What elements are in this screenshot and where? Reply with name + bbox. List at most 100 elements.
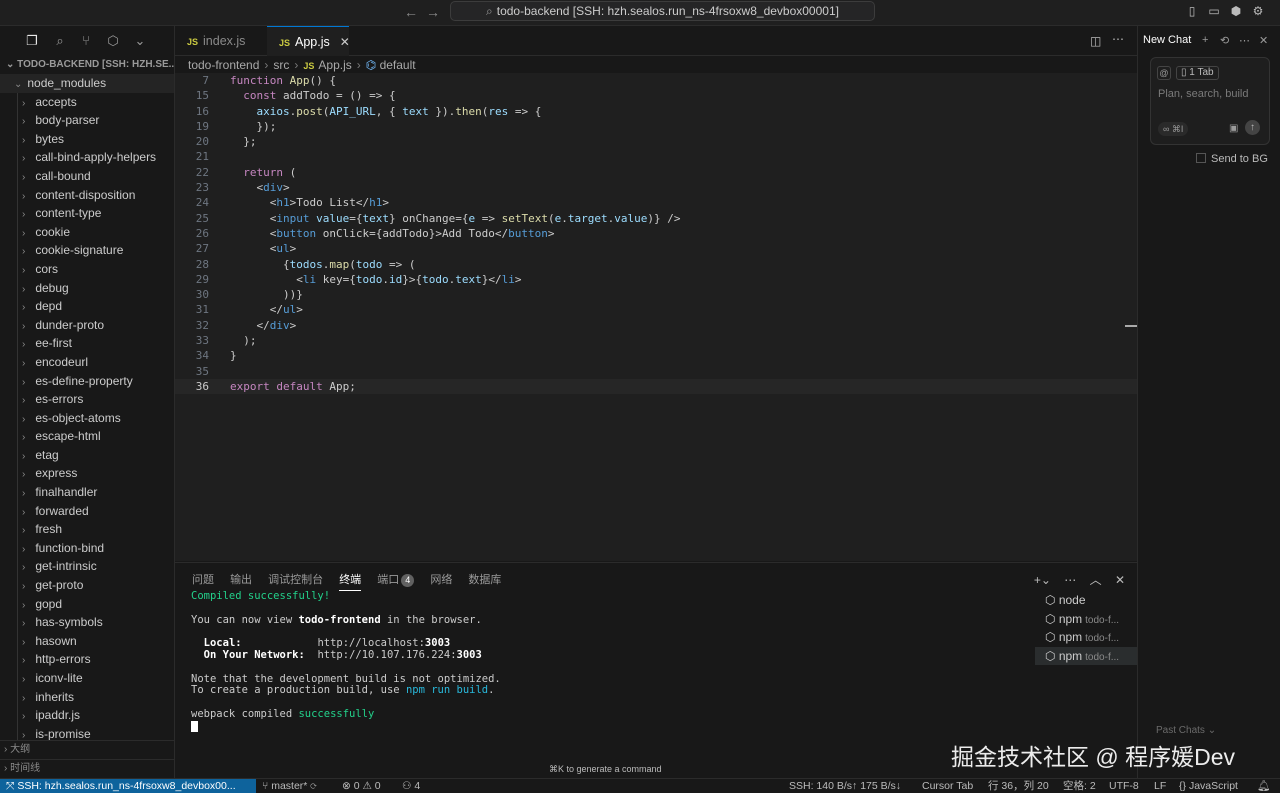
folder-item[interactable]: › fresh bbox=[0, 520, 174, 539]
folder-item[interactable]: › http-errors bbox=[0, 650, 174, 669]
folder-item[interactable]: › depd bbox=[0, 297, 174, 316]
chat-input-box[interactable]: @ ▯ 1 Tab Plan, search, build ∞ ⌘I ▣ ↑ bbox=[1150, 57, 1270, 145]
folder-item[interactable]: › accepts bbox=[0, 92, 174, 112]
toggle-panel-icon[interactable]: ▭ bbox=[1207, 4, 1221, 18]
close-icon[interactable]: ✕ bbox=[1259, 34, 1268, 47]
encoding[interactable]: UTF-8 bbox=[1109, 779, 1139, 793]
folder-item[interactable]: › encodeurl bbox=[0, 352, 174, 372]
maximize-panel-icon[interactable]: ︿ bbox=[1090, 573, 1102, 587]
more-actions-icon[interactable]: ⋯ bbox=[1239, 34, 1250, 47]
folder-item[interactable]: › body-parser bbox=[0, 111, 174, 130]
new-terminal-icon[interactable]: +⌄ bbox=[1034, 573, 1051, 587]
command-center-search[interactable]: ⌕ todo-backend [SSH: hzh.sealos.run_ns-4f… bbox=[450, 1, 875, 21]
timeline-section[interactable]: › 时间线 bbox=[0, 759, 174, 777]
mention-icon[interactable]: @ bbox=[1157, 66, 1171, 80]
breadcrumb-item[interactable]: App.js bbox=[318, 58, 351, 72]
folder-item[interactable]: › inherits bbox=[0, 687, 174, 707]
tab-debug-console[interactable]: 调试控制台 bbox=[268, 571, 323, 587]
folder-item[interactable]: › forwarded bbox=[0, 501, 174, 521]
folder-item[interactable]: › es-errors bbox=[0, 390, 174, 409]
plus-icon[interactable]: + bbox=[1202, 34, 1208, 46]
past-chats[interactable]: Past Chats ⌄ bbox=[1156, 725, 1216, 736]
language-mode[interactable]: {} JavaScript bbox=[1179, 779, 1238, 793]
end-of-line[interactable]: LF bbox=[1154, 779, 1166, 793]
folder-item[interactable]: › get-intrinsic bbox=[0, 557, 174, 576]
chat-placeholder[interactable]: Plan, search, build bbox=[1158, 88, 1249, 100]
new-chat-tab[interactable]: New Chat bbox=[1143, 34, 1191, 46]
branch-indicator[interactable]: ⑂ master* ⟳ bbox=[262, 779, 317, 793]
code-editor[interactable]: 7 function App() {15 const addTodo = () =… bbox=[175, 73, 1137, 561]
split-editor-icon[interactable]: ◫ bbox=[1090, 34, 1101, 48]
folder-item[interactable]: › debug bbox=[0, 278, 174, 298]
tab-terminal[interactable]: 终端 bbox=[339, 571, 362, 591]
folder-item[interactable]: › finalhandler bbox=[0, 483, 174, 502]
terminal-item[interactable]: ⬡ npm todo-f... bbox=[1035, 646, 1137, 666]
more-actions-icon[interactable]: ⋯ bbox=[1112, 32, 1124, 46]
history-icon[interactable]: ⟲ bbox=[1220, 34, 1229, 47]
chevron-down-icon[interactable]: ⌄ bbox=[132, 33, 148, 49]
mode-selector[interactable]: ∞ ⌘I bbox=[1158, 122, 1189, 136]
breadcrumb-item[interactable]: src bbox=[273, 58, 289, 72]
context-chip[interactable]: ▯ 1 Tab bbox=[1176, 66, 1219, 80]
folder-item[interactable]: › get-proto bbox=[0, 576, 174, 595]
tab-network[interactable]: 网络 bbox=[430, 571, 452, 587]
terminal-item[interactable]: ⬡ node bbox=[1035, 591, 1137, 610]
cursor-position[interactable]: 行 36，列 20 bbox=[988, 779, 1049, 793]
tab-output[interactable]: 输出 bbox=[230, 571, 252, 587]
folder-item[interactable]: › function-bind bbox=[0, 538, 174, 558]
problems-indicator[interactable]: ⊗ 0 ⚠ 0 bbox=[342, 779, 381, 793]
folder-item[interactable]: › express bbox=[0, 464, 174, 483]
folder-item[interactable]: › has-symbols bbox=[0, 613, 174, 632]
tab-app-js[interactable]: JS App.js ✕ bbox=[267, 26, 350, 56]
indentation[interactable]: 空格: 2 bbox=[1063, 779, 1096, 793]
tab-ports[interactable]: 端口 4 bbox=[377, 571, 415, 587]
more-actions-icon[interactable]: ⋯ bbox=[1064, 573, 1076, 587]
folder-item[interactable]: › cookie-signature bbox=[0, 241, 174, 260]
terminal-item[interactable]: ⬡ npm todo-f... bbox=[1035, 610, 1137, 629]
folder-item[interactable]: › escape-html bbox=[0, 427, 174, 446]
tab-problems[interactable]: 问题 bbox=[192, 571, 214, 587]
folder-item[interactable]: › etag bbox=[0, 445, 174, 465]
folder-item[interactable]: › hasown bbox=[0, 631, 174, 651]
breadcrumb-item[interactable]: todo-frontend bbox=[188, 58, 259, 72]
close-icon[interactable]: ✕ bbox=[1115, 573, 1125, 587]
search-icon[interactable]: ⌕ bbox=[52, 33, 68, 49]
folder-item[interactable]: › gopd bbox=[0, 594, 174, 614]
cursor-logo-icon[interactable]: ⬢ bbox=[1229, 4, 1243, 18]
terminal-item[interactable]: ⬡ npm todo-f... bbox=[1035, 628, 1137, 647]
settings-gear-icon[interactable]: ⚙ bbox=[1251, 4, 1265, 18]
folder-item[interactable]: › es-define-property bbox=[0, 371, 174, 391]
folder-item[interactable]: › es-object-atoms bbox=[0, 408, 174, 428]
explorer-header[interactable]: ⌄ TODO-BACKEND [SSH: HZH.SE... bbox=[0, 56, 174, 74]
explorer-files-icon[interactable]: ❐ bbox=[24, 33, 40, 49]
folder-item[interactable]: › ipaddr.js bbox=[0, 706, 174, 725]
folder-item[interactable]: › dunder-proto bbox=[0, 315, 174, 335]
tab-index-js[interactable]: JS index.js bbox=[175, 26, 267, 56]
tab-database[interactable]: 数据库 bbox=[468, 571, 501, 587]
image-icon[interactable]: ▣ bbox=[1229, 123, 1238, 134]
folder-item[interactable]: › content-type bbox=[0, 204, 174, 223]
forward-arrow-icon[interactable]: → bbox=[426, 4, 440, 20]
folder-item[interactable]: › iconv-lite bbox=[0, 669, 174, 688]
folder-item[interactable]: › content-disposition bbox=[0, 185, 174, 205]
extensions-icon[interactable]: ⬡ bbox=[105, 33, 121, 49]
terminal-output[interactable]: Compiled successfully! You can now view … bbox=[191, 590, 1031, 733]
notifications-bell-icon[interactable]: 🔔︎ bbox=[1257, 779, 1270, 793]
send-to-bg-option[interactable]: Send to BG bbox=[1196, 153, 1268, 165]
remote-indicator[interactable]: ⤧ SSH: hzh.sealos.run_ns-4frsoxw8_devbox… bbox=[0, 779, 256, 793]
back-arrow-icon[interactable]: ← bbox=[404, 4, 418, 20]
toggle-sidebar-icon[interactable]: ▯ bbox=[1185, 4, 1199, 18]
source-control-icon[interactable]: ⑂ bbox=[78, 33, 94, 49]
folder-item[interactable]: › ee-first bbox=[0, 334, 174, 353]
folder-item[interactable]: › cookie bbox=[0, 222, 174, 242]
folder-item[interactable]: › cors bbox=[0, 259, 174, 279]
close-icon[interactable]: ✕ bbox=[340, 35, 350, 49]
checkbox[interactable] bbox=[1196, 153, 1206, 163]
breadcrumb-item[interactable]: default bbox=[380, 58, 416, 72]
send-arrow-icon[interactable]: ↑ bbox=[1245, 120, 1260, 135]
cursor-tab-indicator[interactable]: Cursor Tab bbox=[922, 779, 973, 793]
outline-section[interactable]: › 大纲 bbox=[0, 740, 174, 758]
folder-item[interactable]: › call-bound bbox=[0, 166, 174, 186]
folder-item[interactable]: › bytes bbox=[0, 129, 174, 149]
ports-indicator[interactable]: ⚇ 4 bbox=[402, 779, 420, 793]
